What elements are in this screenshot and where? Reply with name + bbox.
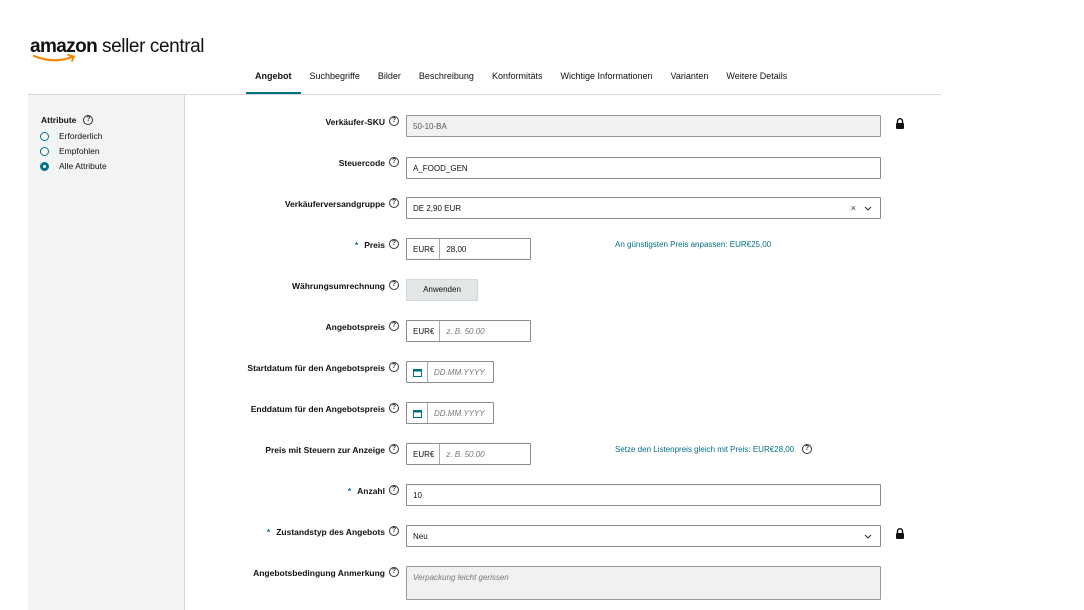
quantity-label: * Anzahl <box>348 486 385 496</box>
sale-price-input[interactable]: EUR€ z. B. 50.00 <box>406 320 531 342</box>
tax-price-placeholder: z. B. 50.00 <box>446 449 485 459</box>
help-icon[interactable]: ? <box>389 567 399 577</box>
date-placeholder: DD.MM.YYYY <box>434 408 485 418</box>
help-icon[interactable]: ? <box>83 115 94 125</box>
price-value: 28,00 <box>446 244 467 254</box>
filter-option-erforderlich[interactable]: Erforderlich <box>40 131 102 141</box>
price-label-text: Preis <box>364 240 385 250</box>
help-icon[interactable]: ? <box>802 444 812 454</box>
date-placeholder: DD.MM.YYYY <box>434 367 485 377</box>
sale-end-date-input[interactable]: DD.MM.YYYY <box>406 402 494 424</box>
tab-weitere-details[interactable]: Weitere Details <box>717 64 796 95</box>
apply-button[interactable]: Anwenden <box>406 279 478 301</box>
condition-value: Neu <box>413 531 428 541</box>
tax-inclusive-price-label: Preis mit Steuern zur Anzeige <box>265 445 385 455</box>
tax-code-label: Steuercode <box>338 158 385 168</box>
required-asterisk: * <box>354 240 359 250</box>
filter-option-alle-attribute[interactable]: Alle Attribute <box>40 161 107 171</box>
sale-end-label: Enddatum für den Angebotspreis <box>250 404 385 414</box>
condition-type-label: * Zustandstyp des Angebots <box>267 527 385 537</box>
calendar-icon[interactable] <box>413 409 422 418</box>
tax-code-input[interactable]: A_FOOD_GEN <box>406 157 881 179</box>
help-icon[interactable]: ? <box>389 485 399 495</box>
chevron-down-icon[interactable] <box>864 534 872 539</box>
required-asterisk: * <box>347 486 352 496</box>
shipping-group-label: Verkäuferversandgruppe <box>284 199 385 209</box>
radio-icon[interactable] <box>40 131 49 141</box>
quantity-value: 10 <box>413 490 422 500</box>
filter-option-empfohlen[interactable]: Empfohlen <box>40 146 100 156</box>
quantity-input[interactable]: 10 <box>406 484 881 506</box>
help-icon[interactable]: ? <box>389 526 399 536</box>
amazon-seller-central-logo[interactable]: amazon seller central <box>30 36 205 64</box>
tab-angebot[interactable]: Angebot <box>246 64 301 95</box>
tax-inclusive-price-input[interactable]: EUR€ z. B. 50.00 <box>406 443 531 465</box>
condition-type-select[interactable]: Neu <box>406 525 881 547</box>
attribute-filter-sidebar: Attribute ? Erforderlich Empfohlen Alle … <box>28 95 185 610</box>
set-list-price-link[interactable]: Setze den Listenpreis gleich mit Preis: … <box>615 445 794 454</box>
filter-option-label: Empfohlen <box>59 146 100 156</box>
help-icon[interactable]: ? <box>389 321 399 331</box>
help-icon[interactable]: ? <box>389 444 399 454</box>
price-label: * Preis <box>355 240 385 250</box>
logo-smile-icon <box>32 54 76 62</box>
currency-conversion-label: Währungsumrechnung <box>291 281 385 291</box>
tax-code-value: A_FOOD_GEN <box>413 163 468 173</box>
lock-icon <box>896 528 904 539</box>
condition-label-text: Zustandstyp des Angebots <box>276 527 385 537</box>
help-icon[interactable]: ? <box>389 116 399 126</box>
calendar-icon[interactable] <box>413 368 422 377</box>
logo-suffix: seller central <box>97 36 205 57</box>
currency-prefix: EUR€ <box>413 321 441 341</box>
currency-prefix: EUR€ <box>413 239 441 259</box>
help-icon[interactable]: ? <box>389 280 399 290</box>
filter-option-label: Alle Attribute <box>59 161 107 171</box>
match-lowest-price-link[interactable]: An günstigsten Preis anpassen: EUR€25,00 <box>615 240 771 249</box>
chevron-down-icon[interactable] <box>864 206 872 211</box>
sale-price-placeholder: z. B. 50.00 <box>446 326 485 336</box>
tab-beschreibung[interactable]: Beschreibung <box>410 64 483 95</box>
sale-start-date-input[interactable]: DD.MM.YYYY <box>406 361 494 383</box>
condition-note-textarea[interactable]: Verpackung leicht gerissen <box>406 566 881 600</box>
radio-checked-icon[interactable] <box>40 161 49 171</box>
shipping-group-value: DE 2,90 EUR <box>413 203 462 213</box>
required-asterisk: * <box>266 527 271 537</box>
price-input[interactable]: EUR€ 28,00 <box>406 238 531 260</box>
tab-wichtige-informationen[interactable]: Wichtige Informationen <box>551 64 661 95</box>
help-icon[interactable]: ? <box>389 362 399 372</box>
currency-prefix: EUR€ <box>413 444 441 464</box>
sku-value: 50-10-BA <box>413 121 447 131</box>
tab-bar: Angebot Suchbegriffe Bilder Beschreibung… <box>246 64 796 95</box>
help-icon[interactable]: ? <box>389 239 399 249</box>
lock-icon <box>896 118 904 129</box>
quantity-label-text: Anzahl <box>357 486 385 496</box>
tab-suchbegriffe[interactable]: Suchbegriffe <box>301 64 369 95</box>
radio-icon[interactable] <box>40 146 49 156</box>
condition-note-label: Angebotsbedingung Anmerkung <box>253 568 385 578</box>
tab-varianten[interactable]: Varianten <box>662 64 718 95</box>
clear-icon[interactable]: × <box>851 203 856 213</box>
tab-konformitaets[interactable]: Konformitäts <box>483 64 552 95</box>
sidebar-title-label: Attribute <box>41 115 77 125</box>
sidebar-title: Attribute ? <box>41 115 94 125</box>
help-icon[interactable]: ? <box>389 198 399 208</box>
sale-start-label: Startdatum für den Angebotspreis <box>247 363 385 373</box>
sale-price-label: Angebotspreis <box>325 322 385 332</box>
filter-option-label: Erforderlich <box>59 131 103 141</box>
help-icon[interactable]: ? <box>389 157 399 167</box>
condition-note-placeholder: Verpackung leicht gerissen <box>413 573 509 582</box>
sku-label: Verkäufer-SKU <box>325 117 385 127</box>
tab-bilder[interactable]: Bilder <box>369 64 410 95</box>
shipping-group-select[interactable]: DE 2,90 EUR × <box>406 197 881 219</box>
help-icon[interactable]: ? <box>389 403 399 413</box>
sku-field: 50-10-BA <box>406 115 881 137</box>
